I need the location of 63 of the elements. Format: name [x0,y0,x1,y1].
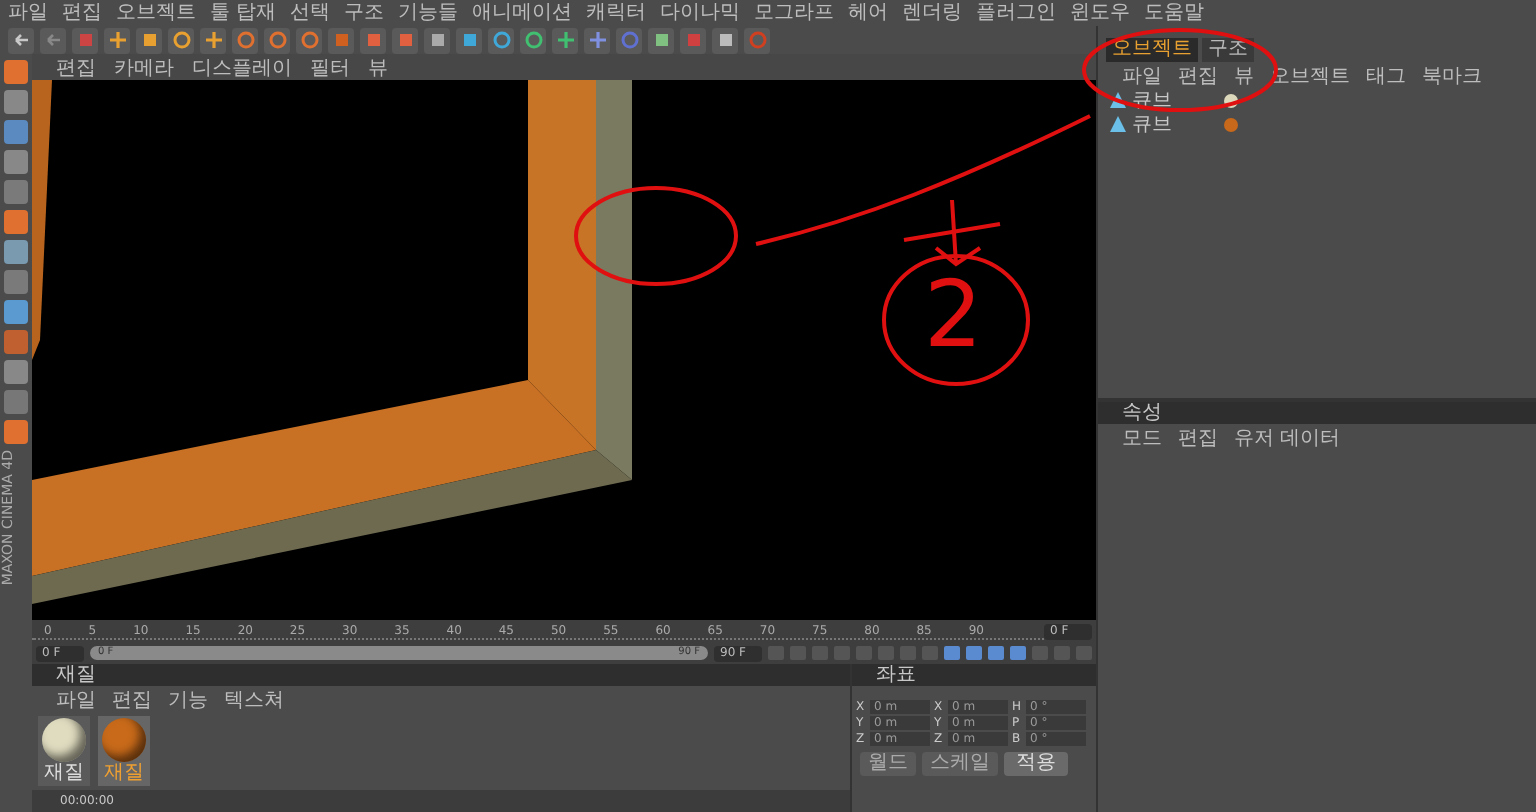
dropdown[interactable]: 스케일 [922,752,998,776]
panel-title: 재질 [32,664,850,686]
menu-item[interactable]: 윈도우 [1070,0,1131,26]
menu-item[interactable]: 편집 [1178,61,1218,89]
menu-item[interactable]: 북마크 [1422,61,1482,89]
tool-icon[interactable] [4,390,28,414]
menu-item[interactable]: 구조 [344,0,385,26]
tool-icon[interactable] [4,330,28,354]
menu-item[interactable]: 툴 탑재 [210,0,277,26]
menu-item[interactable]: 오브젝트 [116,0,196,26]
menu-item[interactable]: 유저 데이터 [1234,423,1341,451]
menu-item[interactable]: 텍스쳐 [224,685,284,713]
menu-item[interactable]: 파일 [8,0,48,26]
tool-icon[interactable] [4,120,28,144]
material-item[interactable]: 재질 [98,716,150,786]
tool-icon[interactable] [4,240,28,264]
tool-icon[interactable] [4,180,28,204]
menu-item[interactable]: 도움말 [1144,0,1205,26]
menu-item[interactable]: 선택 [290,0,331,26]
panel-tab[interactable]: 오브젝트 [1106,38,1198,62]
menu-item[interactable]: 모그라프 [754,0,835,26]
menu-item[interactable]: 플러그인 [976,0,1057,26]
tool-icon[interactable] [4,420,28,444]
tool-icon[interactable] [4,360,28,384]
menu-item[interactable]: 편집 [1178,423,1218,451]
menu-item[interactable]: 태그 [1366,61,1406,89]
material-item[interactable]: 재질 [38,716,90,786]
panel-title: 속성 [1098,402,1536,424]
menu-item[interactable]: 기능 [168,685,208,713]
menu-item[interactable]: 캐릭터 [586,0,647,26]
panel-title: 좌표 [852,664,1096,686]
menu-item[interactable]: 디스플레이 [192,53,292,81]
panel-tab[interactable]: 구조 [1202,38,1254,62]
tool-icon[interactable] [4,90,28,114]
menu-item[interactable]: 모드 [1122,423,1162,451]
undo-icon[interactable] [11,30,31,50]
tool-icon[interactable] [4,300,28,324]
menu-item[interactable]: 렌더링 [902,0,963,26]
object-name[interactable]: 큐브 [1132,86,1172,114]
menu-item[interactable]: 카메라 [114,53,174,81]
tool-icon[interactable] [4,150,28,174]
annotation-label: 2 [924,268,983,360]
menu-item[interactable]: 애니메이션 [472,0,573,26]
menu-item[interactable]: 필터 [310,53,350,81]
object-name[interactable]: 큐브 [1132,110,1172,138]
apply-button[interactable]: 적용 [1004,752,1068,776]
redo-icon[interactable] [43,30,63,50]
menu-item[interactable]: 기능들 [398,0,459,26]
menu-item[interactable]: 편집 [56,53,96,81]
menu-item[interactable]: 파일 [56,685,96,713]
menu-item[interactable]: 뷰 [1234,61,1254,89]
tool-icon[interactable] [4,60,28,84]
menu-item[interactable]: 파일 [1122,61,1162,89]
menu-item[interactable]: 편집 [112,685,152,713]
menu-item[interactable]: 다이나믹 [660,0,741,26]
tool-icon[interactable] [4,210,28,234]
menu-item[interactable]: 편집 [62,0,102,26]
menu-item[interactable]: 뷰 [368,53,388,81]
tool-icon[interactable] [4,270,28,294]
plus-icon[interactable] [203,30,223,50]
menu-item[interactable]: 헤어 [848,0,889,26]
dropdown[interactable]: 월드 [860,752,916,776]
annotation-arrow [902,198,1002,267]
